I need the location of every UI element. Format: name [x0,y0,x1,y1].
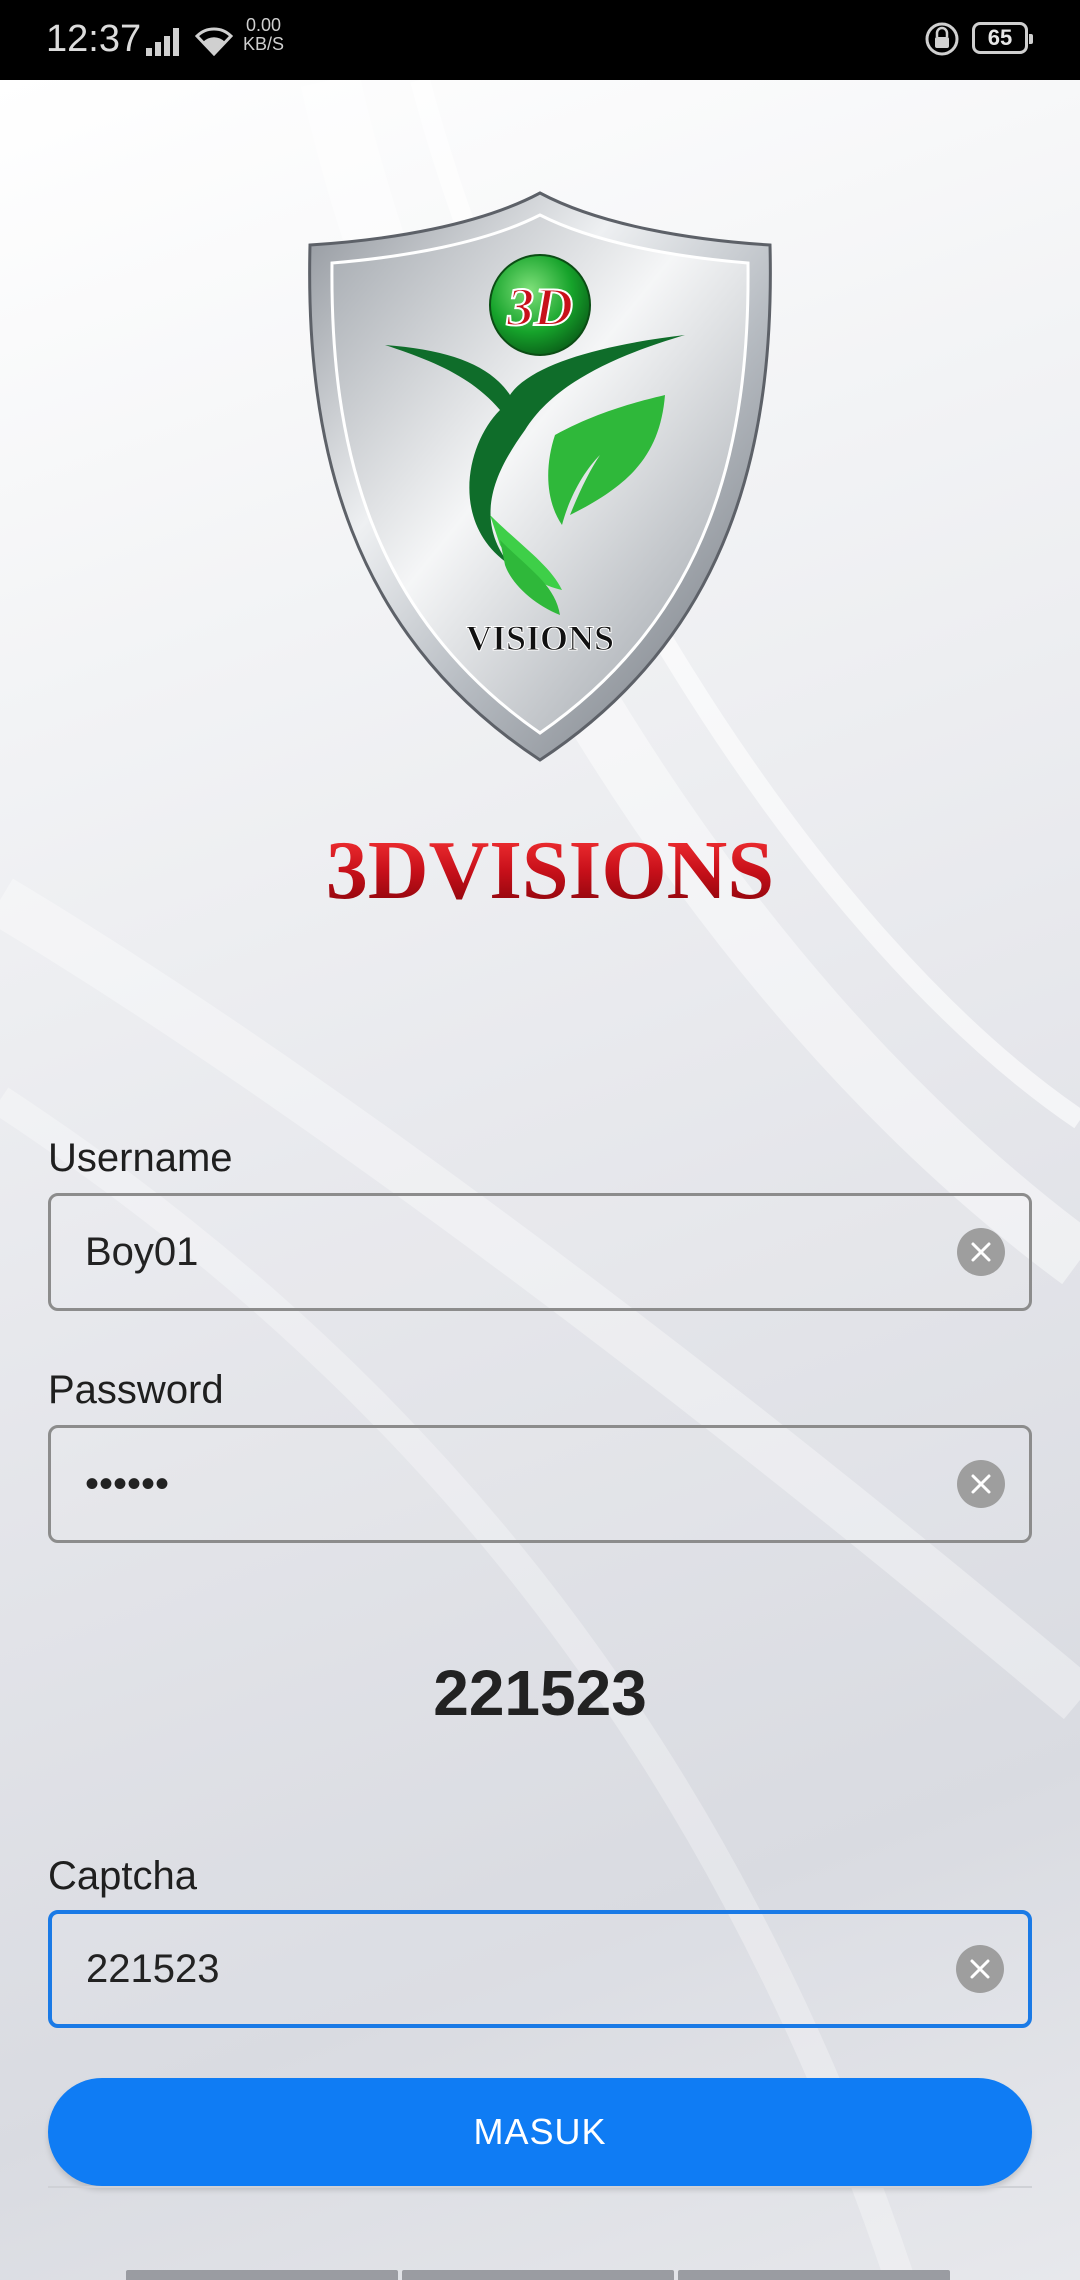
login-button[interactable]: MASUK [48,2078,1032,2186]
close-icon [970,1959,990,1979]
close-icon [971,1474,991,1494]
username-field[interactable]: Boy01 [48,1193,1032,1311]
brand-wordmark-reflection: 3DVISIONS [326,957,774,960]
tab-strip-segment [126,2270,398,2280]
password-label: Password [48,1368,224,1412]
wifi-icon [195,27,233,56]
brand-wordmark-text: 3DVISIONS [326,824,774,917]
password-field[interactable]: •••••• [48,1425,1032,1543]
clear-captcha-button[interactable] [956,1945,1004,1993]
net-speed-value: 0.00 [245,15,282,35]
captcha-value: 221523 [86,1946,220,1991]
password-value: •••••• [85,1461,170,1506]
clear-password-button[interactable] [957,1460,1005,1508]
captcha-code: 221523 [433,1657,647,1729]
net-speed-unit: KB/S [243,34,285,54]
shield-logo: 3D VISIONS [308,191,772,762]
tab-strip-segment [678,2270,950,2280]
signal-icon [146,28,179,56]
divider [48,2186,1032,2188]
username-value: Boy01 [85,1229,199,1274]
captcha-field[interactable]: 221523 [48,1910,1032,2028]
rotation-lock-icon [925,22,959,56]
captcha-label: Captcha [48,1854,197,1898]
battery-indicator: 65 [972,22,1033,54]
logo-shield-text: VISIONS [466,618,614,658]
close-icon [971,1242,991,1262]
net-speed: 0.00 KB/S [243,16,284,54]
username-label: Username [48,1136,233,1180]
logo-badge-text: 3D [506,277,573,337]
tab-strip-segment [402,2270,674,2280]
bottom-tab-strip [126,2270,954,2280]
status-bar: 12:37 0.00 KB/S 65 [0,0,1080,80]
status-time: 12:37 [46,18,142,60]
brand-wordmark: 3DVISIONS 3DVISIONS [326,824,774,960]
clear-username-button[interactable] [957,1228,1005,1276]
